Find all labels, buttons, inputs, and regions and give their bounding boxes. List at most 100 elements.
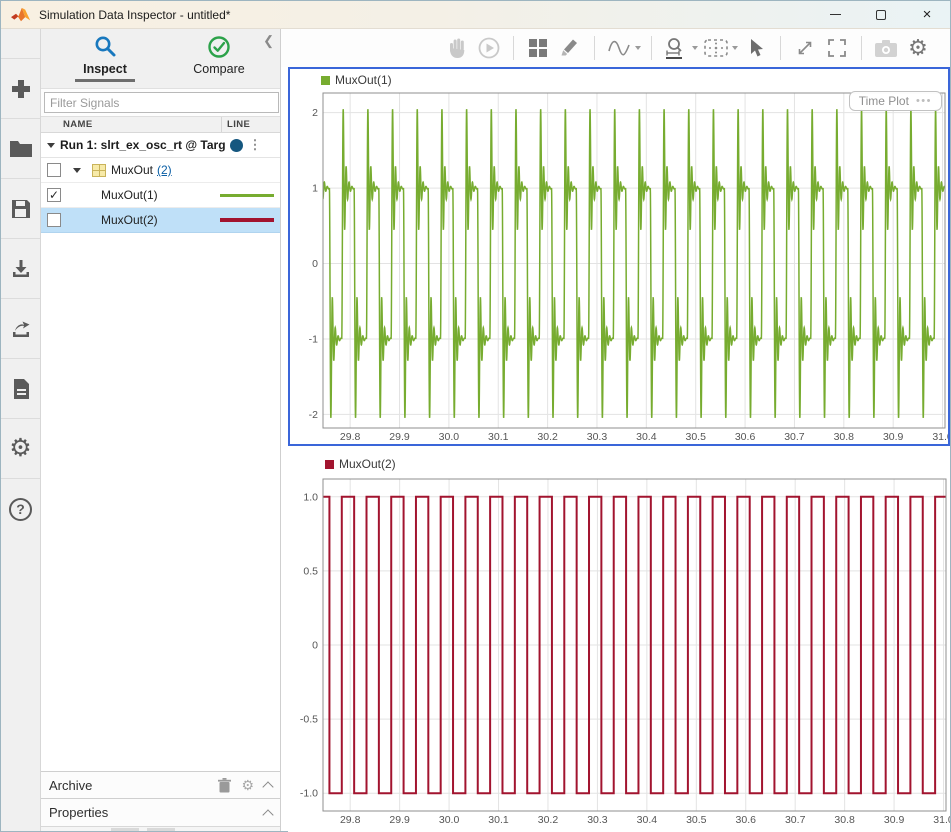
- run-status-dot: [230, 139, 243, 152]
- column-header-line: LINE: [221, 117, 280, 132]
- fullscreen-button[interactable]: [824, 35, 850, 61]
- folder-icon: [9, 139, 33, 158]
- close-button[interactable]: ×: [904, 1, 950, 28]
- badge-menu-dots-icon[interactable]: •••: [916, 95, 932, 107]
- signal-display-caret-icon[interactable]: [635, 46, 641, 50]
- open-button[interactable]: [1, 119, 40, 179]
- settings-gear-icon: ⚙: [908, 37, 928, 59]
- plot-column: ⚙ MuxOut(1) Time Plot ••• 29.829.930.030…: [281, 29, 950, 831]
- expand-button[interactable]: [792, 35, 818, 61]
- export-button[interactable]: [1, 299, 40, 359]
- time-plot-badge[interactable]: Time Plot •••: [849, 91, 942, 111]
- hand-icon: [447, 37, 467, 59]
- zoom-in-time-caret-icon[interactable]: [692, 46, 698, 50]
- properties-collapse-icon[interactable]: [262, 809, 273, 820]
- fit-to-view-button[interactable]: [703, 35, 729, 61]
- zoom-in-time-button[interactable]: [663, 35, 689, 61]
- zoom-time-icon: [665, 37, 687, 59]
- left-toolbar: ⚙ ?: [1, 29, 41, 831]
- svg-text:30.3: 30.3: [587, 431, 608, 443]
- subplot-muxout2[interactable]: MuxOut(2) 29.829.930.030.130.230.330.430…: [288, 451, 950, 832]
- cursor-arrow-icon: [748, 38, 764, 58]
- run-expand-icon[interactable]: [47, 143, 55, 148]
- svg-text:30.5: 30.5: [686, 814, 707, 826]
- preferences-button[interactable]: ⚙: [1, 419, 40, 479]
- column-header-name: NAME: [41, 117, 221, 132]
- matlab-logo-icon: [11, 7, 31, 23]
- collapse-panel-button[interactable]: ❮: [263, 33, 274, 49]
- maximize-icon: [876, 10, 886, 20]
- minimize-button[interactable]: [812, 1, 858, 28]
- create-report-button[interactable]: [1, 359, 40, 419]
- import-icon: [10, 258, 32, 280]
- clear-plots-button[interactable]: [557, 35, 583, 61]
- play-circle-icon: [478, 37, 500, 59]
- import-button[interactable]: [1, 239, 40, 299]
- filter-signals-input[interactable]: [44, 92, 279, 113]
- camera-icon: [874, 39, 898, 58]
- pointer-button[interactable]: [743, 35, 769, 61]
- panel-tabbar: Inspect Compare ❮: [41, 29, 280, 89]
- replay-button[interactable]: [476, 35, 502, 61]
- svg-text:30.5: 30.5: [685, 431, 706, 443]
- legend-label-muxout2: MuxOut(2): [339, 457, 396, 471]
- time-plot-canvas-1[interactable]: 29.829.930.030.130.230.330.430.530.630.7…: [290, 69, 948, 444]
- group-count-link[interactable]: (2): [157, 163, 172, 177]
- signal-row-muxout2[interactable]: MuxOut(2): [41, 208, 280, 233]
- snapshot-button[interactable]: [873, 35, 899, 61]
- filter-row: [41, 89, 280, 116]
- signal-display-button[interactable]: [606, 35, 632, 61]
- run-label: Run 1: slrt_ex_osc_rt @ Targ: [60, 138, 226, 152]
- layout-button[interactable]: [525, 35, 551, 61]
- run-menu-icon[interactable]: ⋮: [249, 141, 262, 149]
- archive-label: Archive: [49, 778, 92, 793]
- svg-text:30.4: 30.4: [636, 431, 657, 443]
- fit-view-icon: [703, 38, 729, 58]
- properties-bar[interactable]: Properties: [41, 798, 280, 826]
- signal-checkbox-1[interactable]: ✓: [47, 188, 61, 202]
- help-button[interactable]: ?: [1, 479, 40, 539]
- export-icon: [10, 318, 32, 340]
- signal-row-muxout1[interactable]: ✓ MuxOut(1): [41, 183, 280, 208]
- svg-text:30.6: 30.6: [735, 431, 756, 443]
- signal-line-swatch-1: [220, 194, 274, 197]
- group-expand-icon[interactable]: [73, 168, 81, 173]
- svg-text:30.1: 30.1: [488, 814, 509, 826]
- archive-collapse-icon[interactable]: [262, 781, 273, 792]
- add-run-button[interactable]: [1, 59, 40, 119]
- legend-label-muxout1: MuxOut(1): [335, 73, 392, 87]
- svg-text:29.9: 29.9: [389, 431, 410, 443]
- signal-label-1: MuxOut(1): [101, 188, 158, 202]
- properties-table-sliver: [41, 826, 280, 831]
- subplot-muxout1[interactable]: MuxOut(1) Time Plot ••• 29.829.930.030.1…: [288, 67, 950, 446]
- signal-group-row[interactable]: MuxOut (2): [41, 158, 280, 183]
- close-icon: ×: [923, 7, 932, 22]
- signal-table-header: NAME LINE: [41, 116, 280, 133]
- plot-toolbar: ⚙: [281, 29, 950, 67]
- group-checkbox[interactable]: [47, 163, 61, 177]
- trash-icon[interactable]: [218, 778, 231, 793]
- svg-text:30.3: 30.3: [587, 814, 608, 826]
- tab-compare[interactable]: Compare: [169, 29, 269, 88]
- visualization-settings-button[interactable]: ⚙: [905, 35, 931, 61]
- svg-text:30.7: 30.7: [785, 814, 806, 826]
- tab-inspect-label: Inspect: [75, 62, 135, 82]
- expand-arrows-icon: [795, 38, 815, 58]
- time-plot-badge-label: Time Plot: [859, 94, 909, 108]
- compare-check-icon: [207, 35, 231, 59]
- archive-bar[interactable]: Archive ⚙: [41, 771, 280, 798]
- signal-checkbox-2[interactable]: [47, 213, 61, 227]
- gear-icon: ⚙: [9, 436, 31, 461]
- svg-text:30.0: 30.0: [439, 431, 460, 443]
- svg-text:-1.0: -1.0: [300, 788, 318, 800]
- time-plot-canvas-2[interactable]: 29.829.930.030.130.230.330.430.530.630.7…: [288, 451, 950, 832]
- run-row[interactable]: Run 1: slrt_ex_osc_rt @ Targ ⋮: [41, 133, 280, 158]
- pan-button[interactable]: [444, 35, 470, 61]
- save-button[interactable]: [1, 179, 40, 239]
- archive-settings-icon[interactable]: ⚙: [241, 778, 254, 792]
- maximize-button[interactable]: [858, 1, 904, 28]
- tab-inspect[interactable]: Inspect: [55, 29, 155, 88]
- plus-icon: [10, 78, 32, 100]
- fit-to-view-caret-icon[interactable]: [732, 46, 738, 50]
- svg-text:2: 2: [312, 107, 318, 119]
